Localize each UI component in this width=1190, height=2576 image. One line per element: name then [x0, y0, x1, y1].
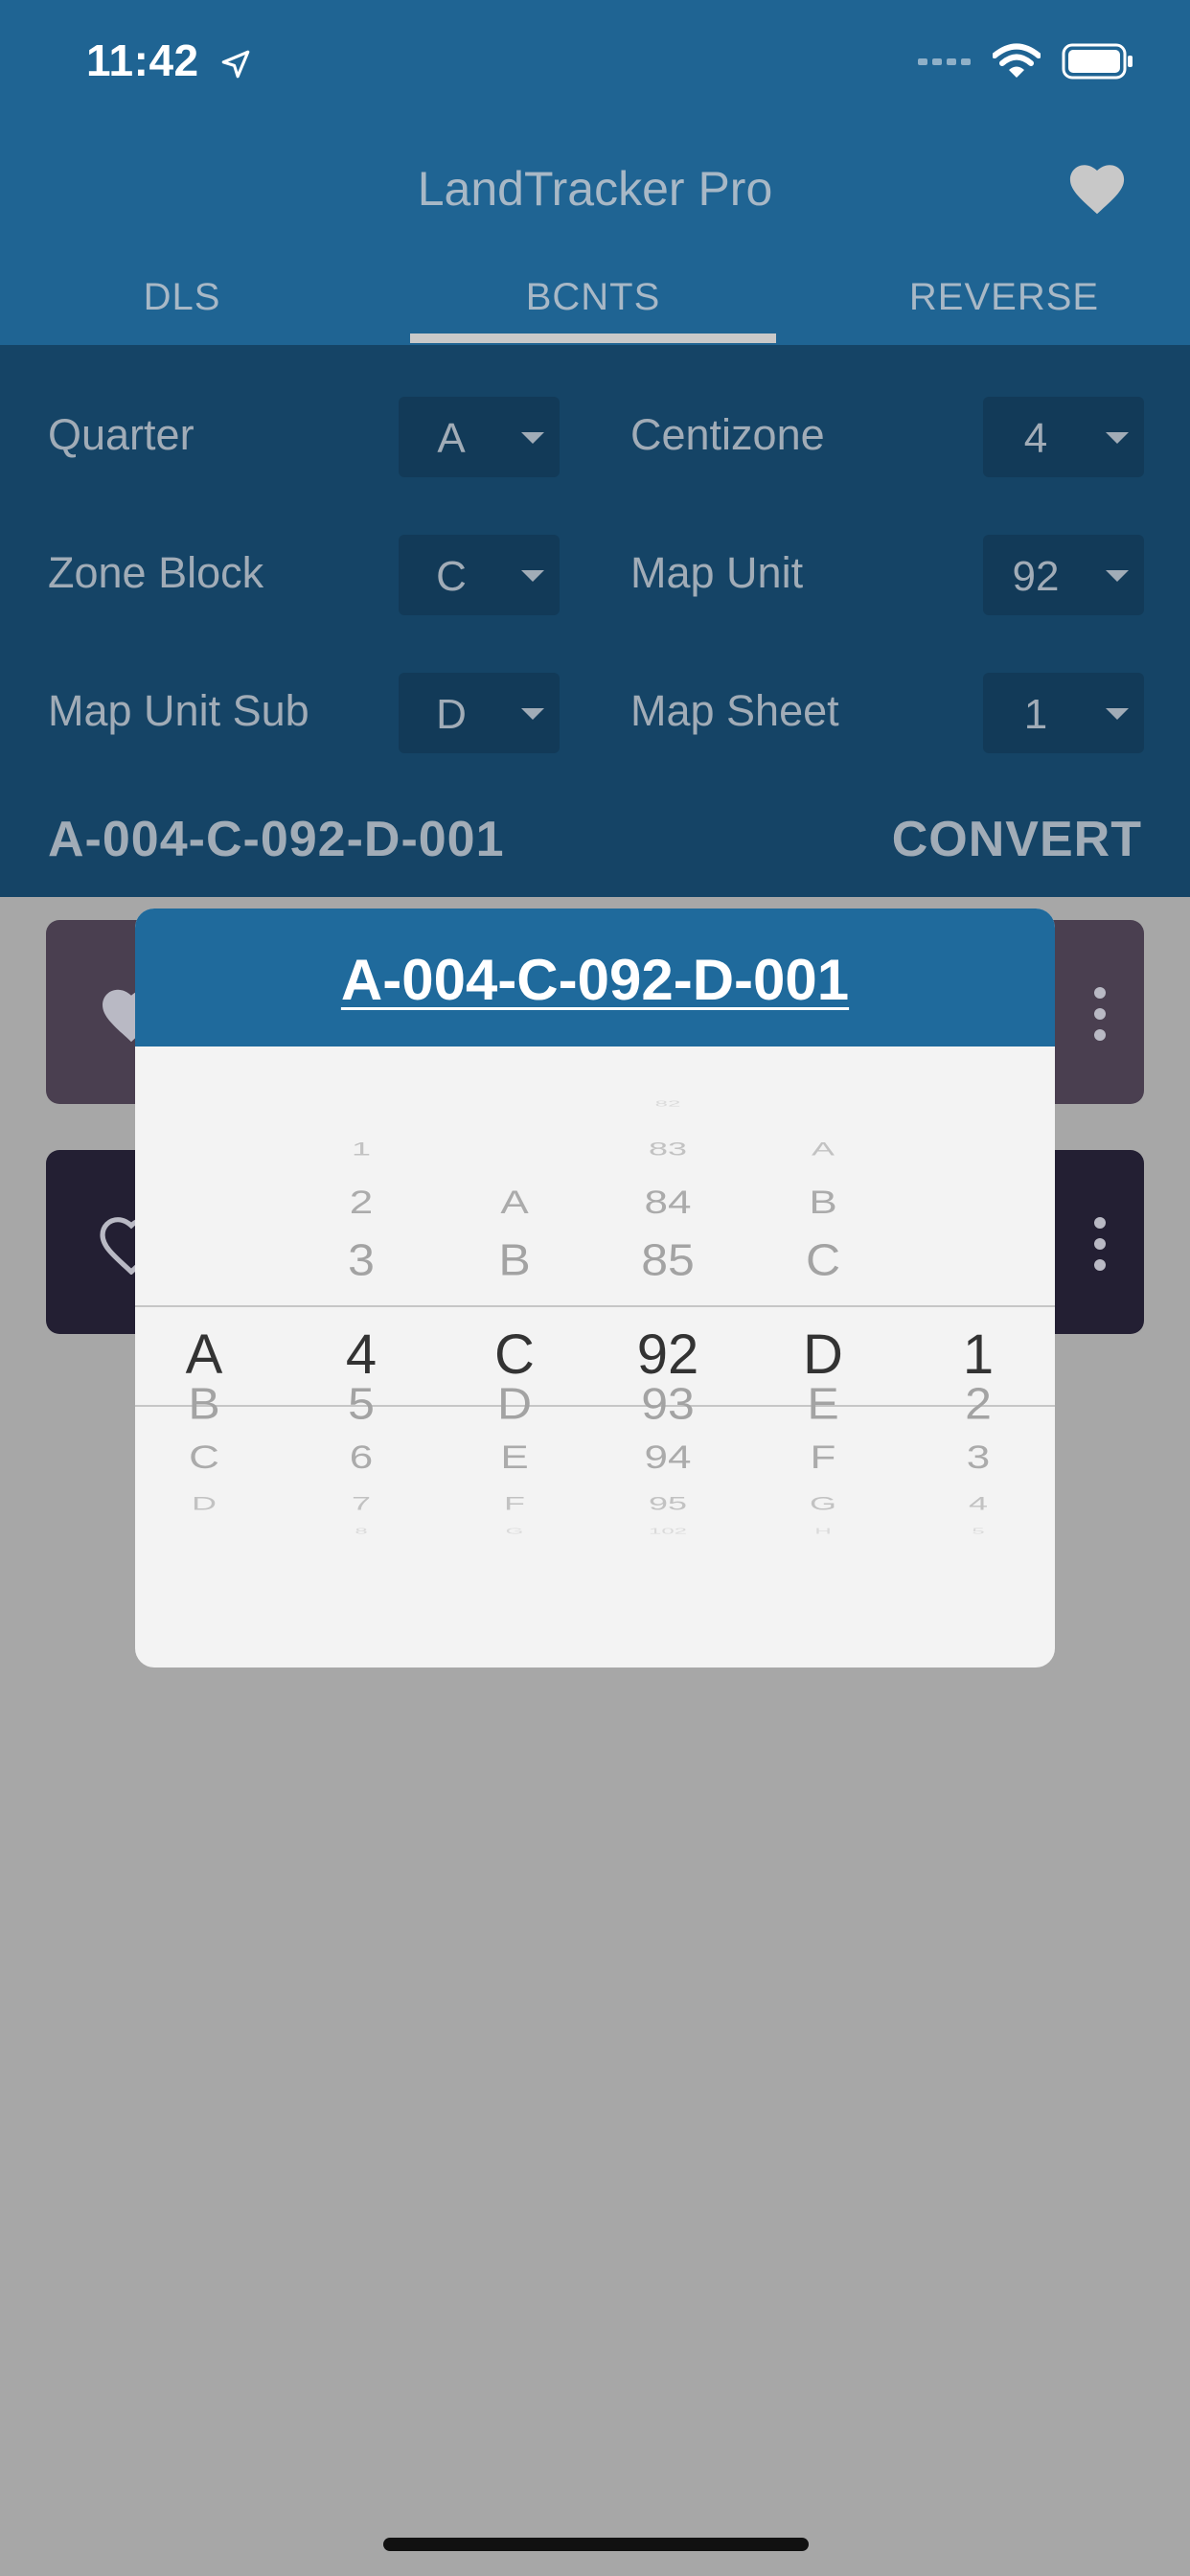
- quarter-value: A: [437, 415, 466, 462]
- tab-dls[interactable]: DLS: [96, 276, 268, 319]
- map-sheet-value: 1: [1023, 691, 1048, 738]
- map-sheet-label: Map Sheet: [630, 686, 839, 735]
- picker-item[interactable]: E: [746, 1378, 900, 1429]
- app-title: LandTracker Pro: [417, 162, 773, 216]
- picker-item[interactable]: 83: [591, 1138, 744, 1160]
- caret-down-icon: [1106, 570, 1129, 582]
- picker-item[interactable]: H: [746, 1527, 900, 1536]
- picker-selected-item[interactable]: 1: [902, 1322, 1055, 1387]
- centizone-value: 4: [1023, 415, 1048, 462]
- map-unit-sub-value: D: [436, 691, 467, 738]
- picker-item[interactable]: 2: [902, 1378, 1055, 1429]
- picker-column-zone-block[interactable]: ABCDEF G: [438, 908, 591, 1668]
- picker-item[interactable]: 8: [285, 1527, 438, 1536]
- convert-button[interactable]: CONVERT: [892, 811, 1142, 868]
- quarter-label: Quarter: [48, 410, 195, 459]
- picker-item[interactable]: B: [438, 1234, 591, 1285]
- location-arrow-icon: [221, 50, 250, 79]
- picker-item[interactable]: 5: [902, 1527, 1055, 1536]
- picker-item[interactable]: 84: [591, 1184, 744, 1222]
- tab-reverse[interactable]: REVERSE: [891, 276, 1117, 319]
- more-vertical-icon[interactable]: [1094, 987, 1108, 1045]
- picker-item[interactable]: A: [438, 1184, 591, 1222]
- app-header: 11:42 LandTracker Pro DLS BCNTS REVERSE: [0, 0, 1190, 345]
- picker-item[interactable]: 85: [591, 1234, 744, 1285]
- picker-item[interactable]: 5: [285, 1378, 438, 1429]
- picker-selected-item[interactable]: C: [438, 1322, 591, 1387]
- map-unit-label: Map Unit: [630, 548, 804, 597]
- map-unit-sub-label: Map Unit Sub: [48, 686, 309, 735]
- zone-block-dropdown[interactable]: C: [399, 535, 560, 615]
- picker-item[interactable]: 3: [902, 1439, 1055, 1477]
- picker-item[interactable]: A: [746, 1138, 900, 1160]
- picker-item[interactable]: E: [438, 1439, 591, 1477]
- caret-down-icon: [1106, 432, 1129, 444]
- status-bar-icons: [918, 42, 1134, 80]
- picker-item[interactable]: 7: [285, 1492, 438, 1514]
- caret-down-icon: [521, 570, 544, 582]
- picker-item[interactable]: 1: [285, 1138, 438, 1160]
- picker-item[interactable]: C: [135, 1439, 281, 1477]
- zone-block-value: C: [436, 553, 467, 600]
- picker-item[interactable]: 95: [591, 1492, 744, 1514]
- picker-column-quarter[interactable]: ABCD: [135, 908, 281, 1668]
- picker-selected-item[interactable]: 92: [591, 1322, 744, 1387]
- heart-icon[interactable]: [1065, 159, 1129, 217]
- result-code: A-004-C-092-D-001: [48, 812, 505, 867]
- cellular-signal-icon: [918, 58, 971, 65]
- map-unit-value: 92: [1012, 553, 1060, 600]
- map-sheet-dropdown[interactable]: 1: [983, 673, 1144, 753]
- status-time-text: 11:42: [86, 35, 199, 85]
- tab-bcnts[interactable]: BCNTS: [410, 276, 776, 319]
- picker-selected-item[interactable]: D: [746, 1322, 900, 1387]
- picker-column-centizone[interactable]: 1 2 3 45 6 7 8: [285, 908, 438, 1668]
- picker-selected-item[interactable]: 4: [285, 1322, 438, 1387]
- picker-column-map-unit-sub[interactable]: A BCDEFG H: [746, 908, 900, 1668]
- picker-item[interactable]: G: [746, 1492, 900, 1514]
- quarter-dropdown[interactable]: A: [399, 397, 560, 477]
- home-indicator: [383, 2538, 809, 2551]
- map-unit-dropdown[interactable]: 92: [983, 535, 1144, 615]
- picker-item[interactable]: 93: [591, 1378, 744, 1429]
- picker-item[interactable]: 94: [591, 1439, 744, 1477]
- picker-item[interactable]: 4: [902, 1492, 1055, 1514]
- picker-item[interactable]: D: [438, 1378, 591, 1429]
- picker-item[interactable]: C: [746, 1234, 900, 1285]
- picker-item[interactable]: B: [135, 1378, 281, 1429]
- more-vertical-icon[interactable]: [1094, 1217, 1108, 1275]
- picker-item[interactable]: B: [746, 1184, 900, 1222]
- picker-item[interactable]: G: [438, 1527, 591, 1536]
- centizone-dropdown[interactable]: 4: [983, 397, 1144, 477]
- picker-item[interactable]: F: [438, 1492, 591, 1514]
- picker-column-map-sheet[interactable]: 12 3 4 5: [902, 908, 1055, 1668]
- picker-item[interactable]: 2: [285, 1184, 438, 1222]
- status-bar-time: 11:42: [86, 34, 252, 86]
- picker-column-map-unit[interactable]: 82 83 84 85 92 93 94 95 102: [591, 908, 744, 1668]
- caret-down-icon: [521, 708, 544, 720]
- centizone-label: Centizone: [630, 410, 825, 459]
- zone-block-label: Zone Block: [48, 548, 264, 597]
- picker-item[interactable]: D: [135, 1492, 281, 1514]
- picker-item[interactable]: 6: [285, 1439, 438, 1477]
- caret-down-icon: [1106, 708, 1129, 720]
- picker-item[interactable]: F: [746, 1439, 900, 1477]
- map-unit-sub-dropdown[interactable]: D: [399, 673, 560, 753]
- caret-down-icon: [521, 432, 544, 444]
- picker-item[interactable]: 3: [285, 1234, 438, 1285]
- picker-item[interactable]: 82: [591, 1099, 744, 1109]
- picker-item[interactable]: 102: [591, 1527, 744, 1536]
- battery-icon: [1062, 43, 1133, 80]
- active-tab-indicator: [410, 334, 776, 343]
- code-picker-modal: A-004-C-092-D-001 A B C D 1 2 3 4 5 6 7 8 A B C D E F G 82 8…: [135, 908, 1055, 1668]
- wifi-icon: [993, 43, 1041, 78]
- picker-selected-item[interactable]: A: [135, 1322, 281, 1387]
